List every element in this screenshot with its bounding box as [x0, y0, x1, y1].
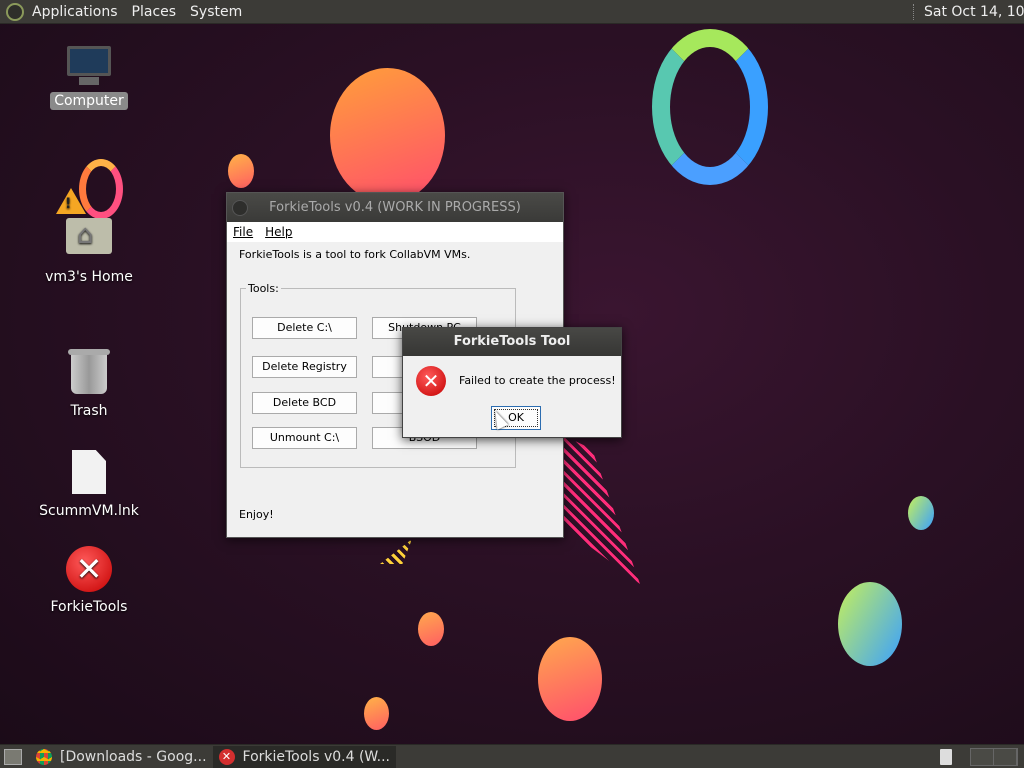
wallpaper-stripes [560, 434, 640, 584]
panel-separator [913, 4, 915, 20]
menu-places[interactable]: Places [132, 4, 177, 20]
delete-c-button[interactable]: Delete C:\ [252, 317, 357, 339]
tools-group-label: Tools: [246, 282, 281, 295]
intro-text: ForkieTools is a tool to fork CollabVM V… [239, 248, 471, 261]
wallpaper-orange-bubble [364, 697, 389, 730]
top-panel: Applications Places System Sat Oct 14, 1… [0, 0, 1024, 24]
show-desktop-icon[interactable] [4, 748, 22, 765]
desktop-icon-label: Computer [50, 92, 128, 110]
unmount-c-button[interactable]: Unmount C:\ [252, 427, 357, 449]
desktop-icon-computer[interactable]: Computer [34, 46, 144, 110]
desktop-icon-label: Trash [70, 403, 108, 419]
workspace-switcher[interactable] [970, 748, 1018, 766]
desktop-icon-trash[interactable]: Trash [34, 349, 144, 420]
close-icon[interactable] [232, 200, 248, 216]
error-dialog: ForkieTools Tool ✕ Failed to create the … [402, 327, 622, 438]
bottom-panel: [Downloads - Goog... ✕ ForkieTools v0.4 … [0, 744, 1024, 768]
wallpaper-stripes [380, 539, 412, 564]
desktop-icon-home[interactable]: ! vm3's Home [34, 188, 144, 286]
error-icon: ✕ [66, 546, 112, 592]
window-titlebar[interactable]: ForkieTools v0.4 (WORK IN PROGRESS) [227, 193, 563, 222]
clock[interactable]: Sat Oct 14, 10:15 [924, 4, 1024, 20]
dialog-titlebar[interactable]: ForkieTools Tool [403, 328, 621, 356]
distro-logo-icon[interactable] [6, 2, 24, 21]
tray-notes-icon[interactable] [940, 749, 952, 765]
trash-icon [68, 349, 110, 394]
desktop-icon-label: ScummVM.lnk [39, 503, 139, 519]
desktop-icon-label: ForkieTools [50, 599, 128, 615]
computer-icon [65, 46, 113, 86]
taskbar-item-chrome[interactable]: [Downloads - Goog... [30, 746, 213, 768]
wallpaper-ring [652, 29, 768, 185]
file-icon [72, 450, 106, 494]
chrome-icon [36, 748, 52, 765]
taskbar-item-forkietools[interactable]: ✕ ForkieTools v0.4 (W... [212, 745, 396, 768]
wallpaper-green-bubble [838, 582, 902, 666]
wallpaper-orange-bubble [538, 637, 602, 721]
menu-system[interactable]: System [190, 4, 242, 20]
workspace-2[interactable] [994, 749, 1017, 765]
error-icon: ✕ [218, 748, 235, 765]
menubar: File Help [227, 222, 563, 242]
workspace-1[interactable] [971, 749, 994, 765]
wallpaper-orange-bubble [228, 154, 254, 188]
error-icon: ✕ [416, 366, 446, 396]
wallpaper-green-bubble [908, 496, 934, 530]
delete-bcd-button[interactable]: Delete BCD [252, 392, 357, 414]
wallpaper-orange-bubble [330, 68, 445, 203]
dialog-message: Failed to create the process! [459, 374, 616, 387]
desktop-icon-label: vm3's Home [45, 269, 133, 285]
taskbar-item-label: [Downloads - Goog... [60, 748, 207, 765]
desktop-icon-forkietools[interactable]: ✕ ForkieTools [34, 546, 144, 616]
taskbar-item-label: ForkieTools v0.4 (W... [242, 748, 390, 765]
desktop-icon-scummvm[interactable]: ScummVM.lnk [34, 450, 144, 520]
menu-help[interactable]: Help [265, 225, 292, 239]
menu-file[interactable]: File [233, 225, 253, 239]
footer-text: Enjoy! [239, 508, 274, 521]
home-folder-icon [66, 218, 112, 254]
delete-registry-button[interactable]: Delete Registry [252, 356, 357, 378]
menu-applications[interactable]: Applications [32, 4, 118, 20]
window-title: ForkieTools v0.4 (WORK IN PROGRESS) [269, 200, 521, 215]
wallpaper-orange-bubble [418, 612, 444, 646]
